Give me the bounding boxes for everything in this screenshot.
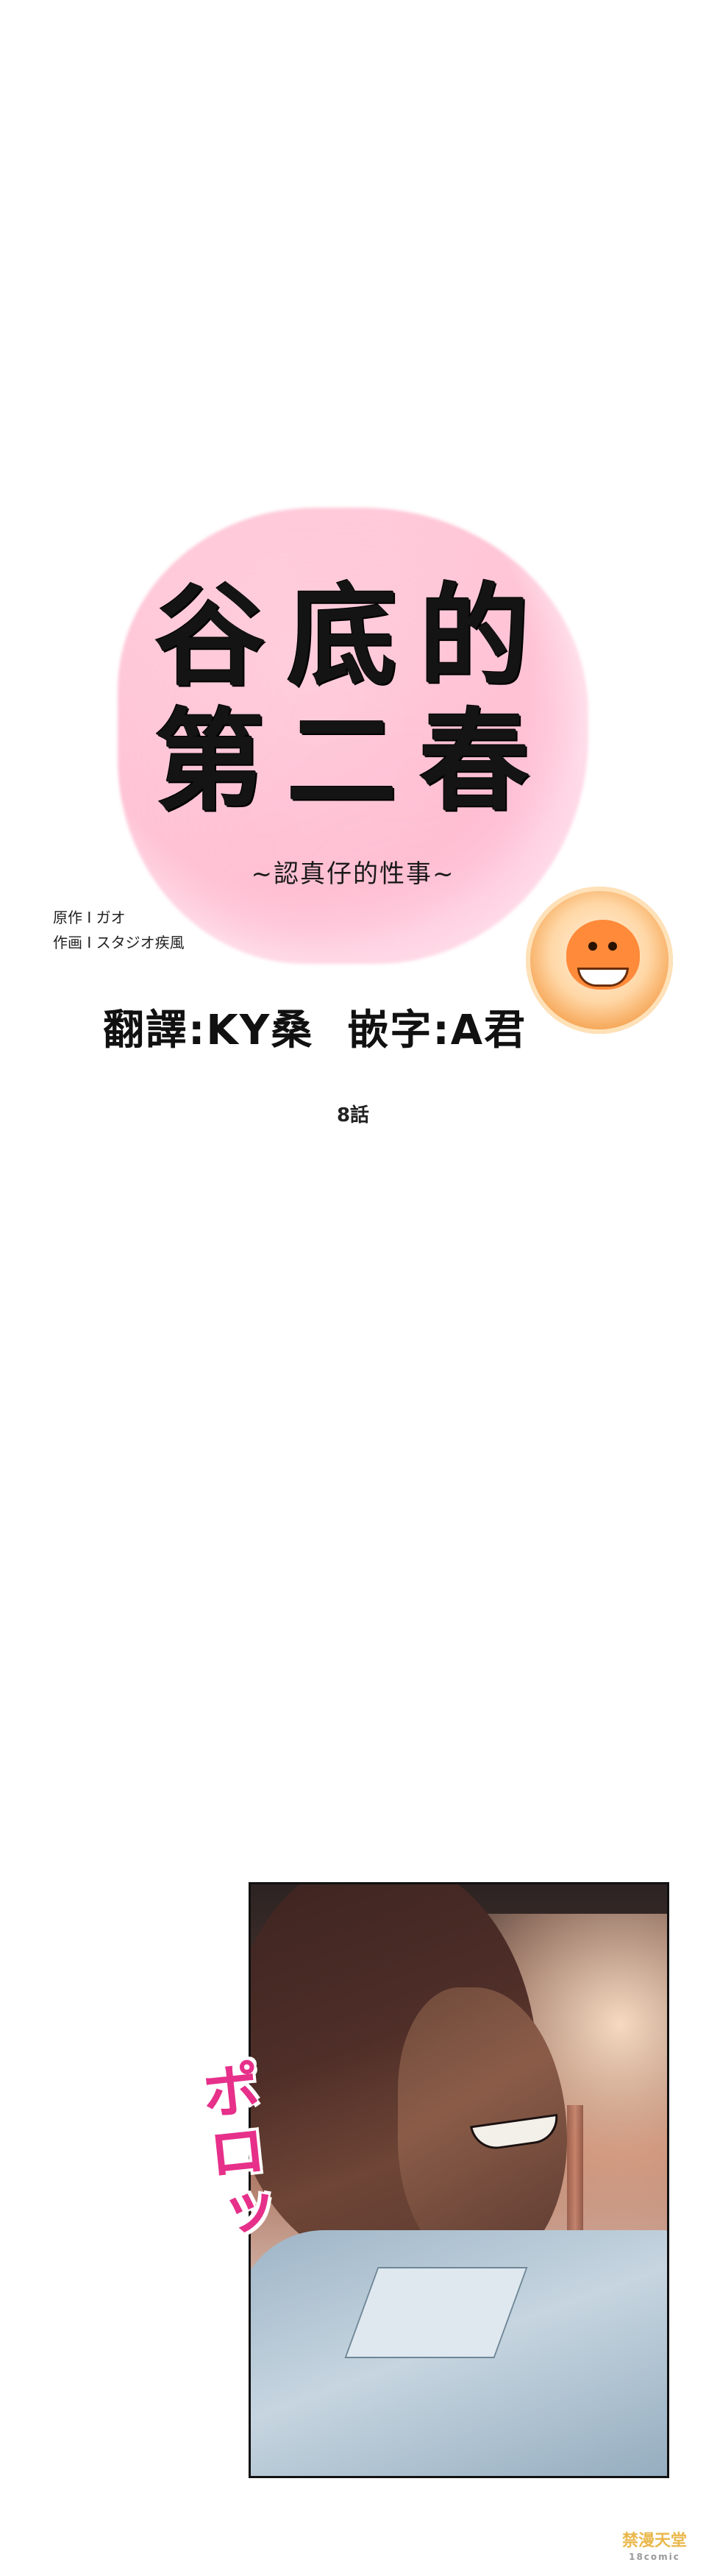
title-line-2: 第二春 <box>154 697 552 826</box>
title-block: 谷底的 第二春 ~認真仔的性事~ <box>88 508 618 964</box>
comic-panel <box>249 1882 669 2478</box>
credit-original: 原作 I ガオ <box>53 909 126 926</box>
comic-subtitle: ~認真仔的性事~ <box>251 859 455 889</box>
typesetter-credit: 嵌字:A君 <box>347 1007 527 1054</box>
mascot-eye-left <box>588 942 597 951</box>
comic-title: 谷底的 第二春 <box>88 574 618 824</box>
translator-credit: 翻譯:KY桑 <box>103 1007 314 1054</box>
credit-art: 作画 I スタジオ疾風 <box>53 934 185 951</box>
credits: 原作 I ガオ 作画 I スタジオ疾風 <box>53 905 185 955</box>
chapter-label: 8話 <box>336 1104 370 1126</box>
mascot-eye-right <box>608 942 617 951</box>
watermark: 禁漫天堂 18comic <box>607 2531 702 2569</box>
title-line-1: 谷底的 <box>154 572 552 701</box>
watermark-main: 禁漫天堂 <box>621 2532 687 2550</box>
comic-page: 谷底的 第二春 ~認真仔的性事~ 原作 I ガオ 作画 I スタジオ疾風 翻譯:… <box>0 0 706 2576</box>
staff-line: 翻譯:KY桑 嵌字:A君 <box>103 997 527 1057</box>
watermark-sub: 18comic <box>629 2552 680 2562</box>
orange-mascot-icon <box>526 887 673 1034</box>
